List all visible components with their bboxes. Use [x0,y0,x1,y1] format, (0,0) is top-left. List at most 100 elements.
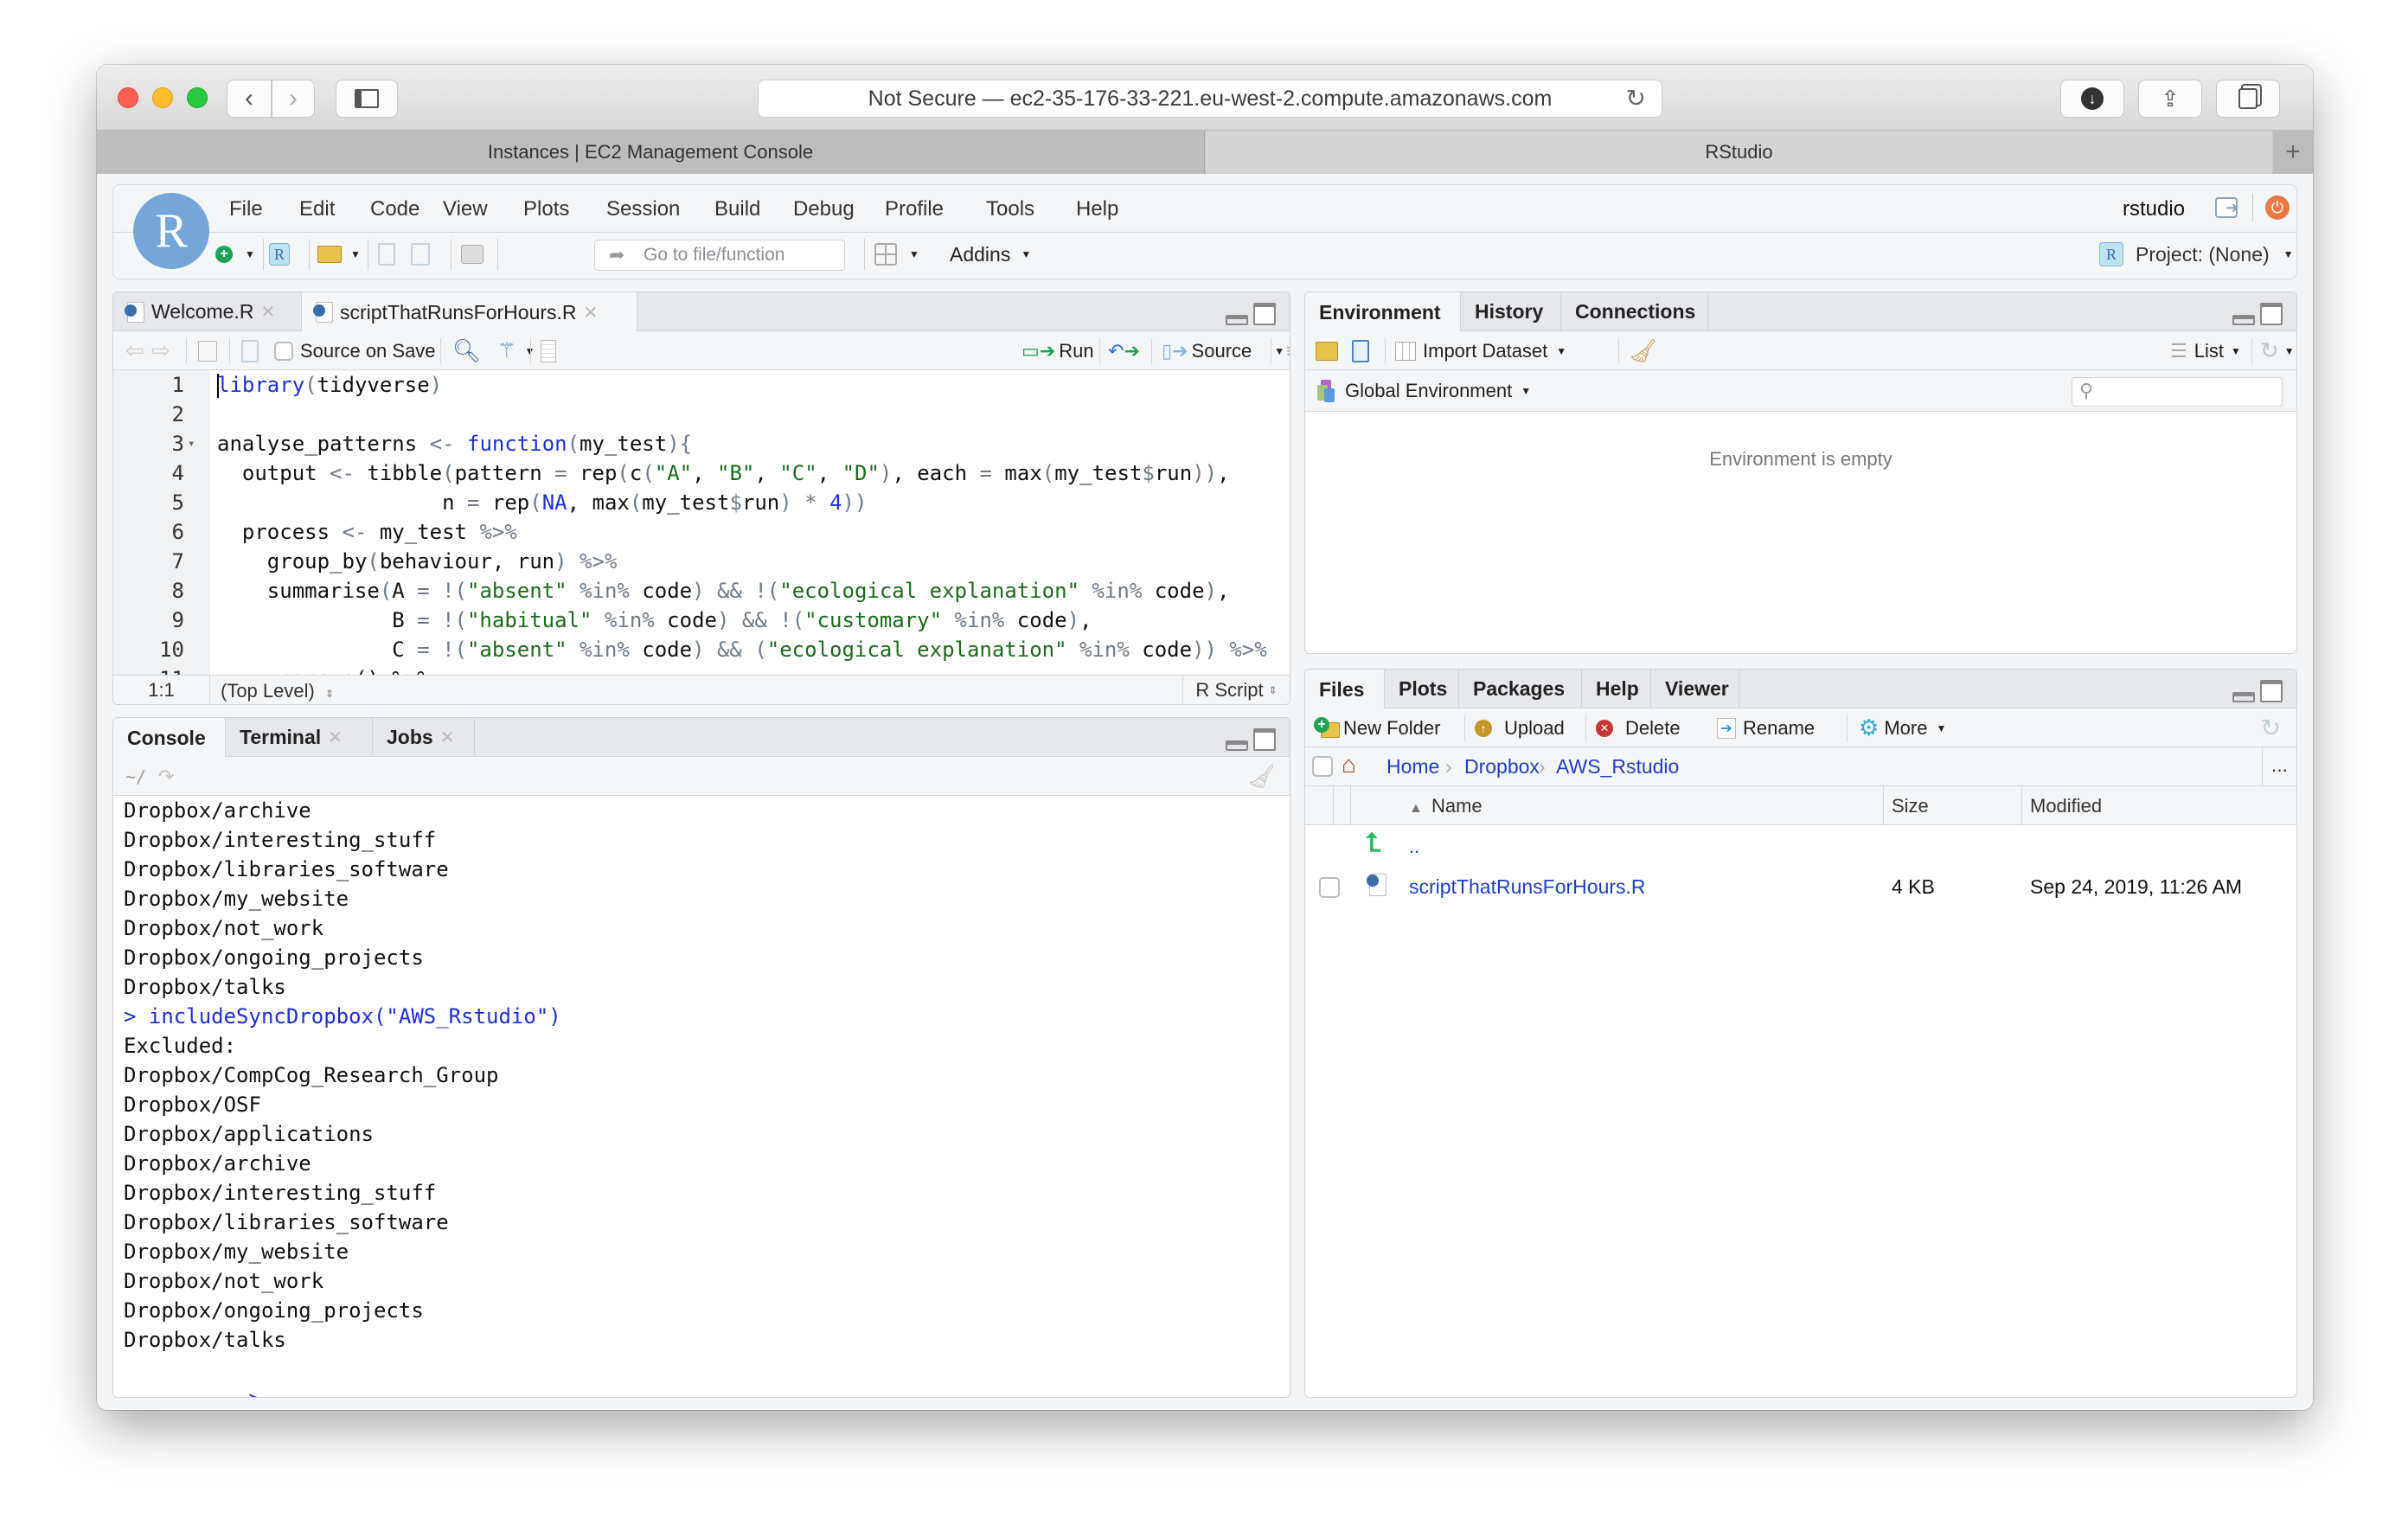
quit-session-icon[interactable]: ⏻ [2265,195,2290,220]
save-file-button[interactable] [241,331,259,370]
breadcrumb-dropbox[interactable]: Dropbox [1464,755,1540,779]
menu-build[interactable]: Build [714,197,760,221]
reload-icon[interactable]: ↻ [1626,84,1646,112]
import-dataset-button[interactable]: Import Dataset ▼ [1395,331,1566,370]
upload-button[interactable]: ↑ Upload [1475,708,1565,747]
sidebar-toggle-button[interactable] [336,80,398,118]
source-button[interactable]: ▯➔ Source ▼ [1162,331,1284,370]
tab-files[interactable]: Files [1305,670,1385,709]
minimize-window-button[interactable] [152,87,173,108]
select-all-checkbox[interactable] [1312,756,1333,777]
file-type-selector[interactable]: R Script ⇕ [1182,676,1290,704]
close-tab-icon[interactable]: ✕ [260,301,275,323]
menu-file[interactable]: File [229,197,263,221]
clear-console-icon[interactable]: 🧹︎ [1247,757,1276,796]
column-header-modified[interactable]: Modified [2030,795,2102,817]
close-tab-icon[interactable]: ✕ [584,302,599,324]
save-workspace-button[interactable] [1352,331,1369,370]
maximize-pane-icon[interactable] [1253,303,1276,325]
pane-layout-button[interactable]: ▼ [874,240,919,268]
minimize-pane-icon[interactable] [1226,315,1248,325]
menu-plots[interactable]: Plots [523,197,569,221]
scope-selector[interactable]: (Top Level) ⇕ [221,680,334,702]
share-button[interactable]: ⇪ [2138,80,2202,118]
tab-terminal[interactable]: Terminal ✕ [226,718,373,757]
go-to-directory-icon[interactable]: ↷ [158,757,174,796]
code-line[interactable]: 5 n = rep(NA, max(my_test$run) * 4)) [113,488,1290,517]
tab-history[interactable]: History [1461,292,1561,331]
project-menu[interactable]: R Project: (None) ▼ [2099,240,2294,268]
tab-plots[interactable]: Plots [1385,670,1459,708]
code-line[interactable]: 10 C = !("absent" %in% code) && ("ecolog… [113,635,1290,664]
menu-session[interactable]: Session [606,197,680,221]
view-mode-menu[interactable]: ☰ List ▼ [2170,331,2241,370]
refresh-environment-button[interactable]: ↻ ▼ [2260,331,2295,370]
refresh-files-button[interactable]: ↻ [2261,708,2281,747]
menu-view[interactable]: View [443,197,488,221]
new-project-button[interactable]: R [269,240,290,268]
console-output[interactable]: Dropbox/archive Dropbox/interesting_stuff… [113,796,1290,1397]
environment-scope-menu[interactable]: Global Environment ▼ [1317,370,1531,412]
menu-edit[interactable]: Edit [299,197,335,221]
environment-search-input[interactable]: ⚲ [2072,377,2283,407]
tab-jobs[interactable]: Jobs ✕ [373,718,475,757]
code-line[interactable]: 4 output <- tibble(pattern = rep(c("A", … [113,458,1290,488]
source-on-save-checkbox[interactable]: Source on Save [274,331,436,370]
file-checkbox[interactable] [1319,877,1340,898]
new-folder-button[interactable]: + New Folder [1314,708,1440,747]
save-all-button[interactable] [411,240,430,268]
find-replace-button[interactable]: 🔍︎ [452,331,481,370]
file-name-link[interactable]: scriptThatRunsForHours.R [1409,875,1646,899]
menu-code[interactable]: Code [370,197,419,221]
column-header-size[interactable]: Size [1892,795,1929,817]
editor-tab-welcome[interactable]: Welcome.R ✕ [113,292,302,331]
rerun-button[interactable]: ↶➔ [1108,331,1140,370]
clear-workspace-button[interactable]: 🧹︎ [1629,331,1657,370]
browser-tab-ec2[interactable]: Instances | EC2 Management Console [97,131,1205,174]
zoom-window-button[interactable] [187,87,208,108]
delete-button[interactable]: ✕ Delete [1596,708,1681,747]
new-file-button[interactable]: + ▼ [215,240,255,268]
go-to-file-input[interactable]: ➦ Go to file/function [594,240,845,271]
tab-environment[interactable]: Environment [1305,292,1461,332]
code-line[interactable]: 6 process <- my_test %>% [113,517,1290,547]
code-line[interactable]: 2 [113,400,1290,429]
print-button[interactable] [461,240,484,268]
code-line[interactable]: 3 ▾ analyse_patterns <- function(my_test){ [113,429,1290,458]
forward-button[interactable]: › [272,80,315,118]
go-to-directory-button[interactable]: ... [2262,747,2296,786]
code-line[interactable]: 9 B = !("habitual" %in% code) && !("cust… [113,606,1290,635]
home-icon[interactable]: ⌂ [1342,751,1356,779]
addins-menu[interactable]: Addins ▼ [950,240,1031,268]
maximize-pane-icon[interactable] [1253,728,1276,751]
save-button[interactable] [378,240,395,268]
file-row[interactable]: scriptThatRunsForHours.R 4 KB Sep 24, 20… [1305,867,2296,905]
close-tab-icon[interactable]: ✕ [328,727,343,748]
compile-report-button[interactable] [541,331,556,370]
downloads-button[interactable]: ↓ [2060,80,2124,118]
close-window-button[interactable] [118,87,138,108]
tab-connections[interactable]: Connections [1561,292,1708,331]
code-line[interactable]: 8 summarise(A = !("absent" %in% code) &&… [113,576,1290,606]
show-in-window-button[interactable] [198,331,217,370]
forward-nav-button[interactable]: ⇨ [151,331,170,370]
code-editor[interactable]: 1 library(tidyverse) 2 3 ▾ analyse_patterns <… [113,370,1290,677]
back-nav-button[interactable]: ⇦ [125,331,144,370]
editor-tab-script[interactable]: scriptThatRunsForHours.R ✕ [302,292,637,332]
open-file-button[interactable]: ▼ [317,240,361,268]
minimize-pane-icon[interactable] [1226,740,1248,751]
parent-directory-row[interactable]: ⮤ .. [1305,827,2296,865]
more-menu[interactable]: ⚙ More ▼ [1859,708,1946,747]
tab-packages[interactable]: Packages [1459,670,1582,708]
close-tab-icon[interactable]: ✕ [440,727,455,748]
breadcrumb-home[interactable]: Home [1387,755,1439,779]
new-tab-button[interactable]: + [2273,131,2313,174]
code-line[interactable]: 1 library(tidyverse) [113,370,1290,400]
tab-help[interactable]: Help [1582,670,1651,708]
tab-viewer[interactable]: Viewer [1651,670,1739,708]
fold-toggle-icon[interactable]: ▾ [188,429,195,458]
maximize-pane-icon[interactable] [2260,303,2283,325]
sign-out-icon[interactable]: ➜ [2215,197,2238,218]
menu-debug[interactable]: Debug [793,197,855,221]
column-header-name[interactable]: ▲ Name [1409,795,1483,817]
